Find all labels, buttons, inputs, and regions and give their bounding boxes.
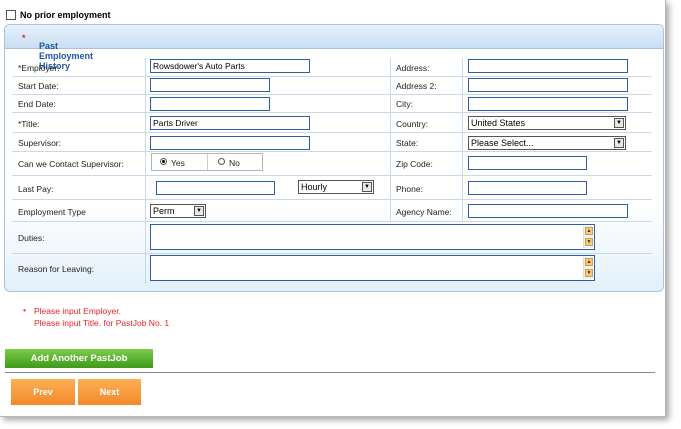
country-value: United States xyxy=(471,118,526,128)
contact-yes-radio[interactable] xyxy=(160,158,167,165)
phone-input[interactable] xyxy=(468,181,587,195)
title-label: *Title: xyxy=(18,119,40,129)
row-divider xyxy=(12,175,652,176)
row-divider xyxy=(12,94,652,95)
employment-type-value: Perm xyxy=(153,206,175,216)
chevron-down-icon[interactable]: ▼ xyxy=(614,138,624,148)
pay-period-select[interactable]: Hourly ▼ xyxy=(298,180,374,194)
scroll-down-icon[interactable]: ▼ xyxy=(585,269,593,277)
address2-input[interactable] xyxy=(468,78,628,92)
no-prior-employment-checkbox[interactable] xyxy=(6,10,16,20)
required-marker: * xyxy=(22,33,26,43)
column-divider xyxy=(145,58,146,284)
supervisor-label: Supervisor: xyxy=(18,138,61,148)
row-divider xyxy=(12,221,652,222)
row-divider xyxy=(12,199,652,200)
employer-input[interactable]: Rowsdower's Auto Parts xyxy=(150,59,310,73)
contact-supervisor-radio-group: Yes No xyxy=(151,153,263,171)
address2-label: Address 2: xyxy=(396,81,437,91)
end-date-label: End Date: xyxy=(18,99,56,109)
row-divider xyxy=(12,253,652,254)
scroll-down-icon[interactable]: ▼ xyxy=(585,238,593,246)
row-divider xyxy=(12,76,652,77)
row-divider xyxy=(12,112,652,113)
zip-code-label: Zip Code: xyxy=(396,159,433,169)
city-label: City: xyxy=(396,99,413,109)
chevron-down-icon[interactable]: ▼ xyxy=(362,182,372,192)
row-divider xyxy=(12,151,652,152)
employer-label: *Employer: xyxy=(18,63,60,73)
row-divider xyxy=(12,132,652,133)
duties-label: Duties: xyxy=(18,233,45,243)
divider-line xyxy=(5,372,655,373)
add-another-pastjob-button[interactable]: Add Another PastJob xyxy=(5,349,153,368)
end-date-input[interactable] xyxy=(150,97,270,111)
contact-supervisor-label: Can we Contact Supervisor: xyxy=(18,159,124,169)
chevron-down-icon[interactable]: ▼ xyxy=(194,206,204,216)
error-employer: Please input Employer. xyxy=(34,306,121,316)
agency-name-input[interactable] xyxy=(468,204,628,218)
employment-type-label: Employment Type xyxy=(18,207,86,217)
chevron-down-icon[interactable]: ▼ xyxy=(614,118,624,128)
contact-no-label: No xyxy=(229,158,240,168)
column-divider xyxy=(390,58,391,222)
scroll-up-icon[interactable]: ▲ xyxy=(585,227,593,235)
no-prior-employment-label: No prior employment xyxy=(20,10,111,20)
radio-separator xyxy=(207,154,208,170)
zip-code-input[interactable] xyxy=(468,156,587,170)
start-date-input[interactable] xyxy=(150,78,270,92)
scroll-up-icon[interactable]: ▲ xyxy=(585,258,593,266)
error-title: Please input Title. for PastJob No. 1 xyxy=(34,318,170,328)
agency-name-label: Agency Name: xyxy=(396,207,452,217)
contact-no-radio[interactable] xyxy=(218,158,225,165)
column-divider xyxy=(462,58,463,222)
pay-period-value: Hourly xyxy=(301,182,328,192)
employment-type-select[interactable]: Perm ▼ xyxy=(150,204,206,218)
phone-label: Phone: xyxy=(396,184,423,194)
country-select[interactable]: United States ▼ xyxy=(468,116,626,130)
state-value: Please Select... xyxy=(471,138,534,148)
address-input[interactable] xyxy=(468,59,628,73)
start-date-label: Start Date: xyxy=(18,81,59,91)
last-pay-label: Last Pay: xyxy=(18,184,54,194)
duties-scrollbar[interactable]: ▲ ▼ xyxy=(583,226,593,248)
state-label: State: xyxy=(396,138,419,148)
reason-for-leaving-textarea[interactable]: ▲ ▼ xyxy=(150,255,595,281)
reason-for-leaving-label: Reason for Leaving: xyxy=(18,264,95,274)
title-input[interactable]: Parts Driver xyxy=(150,116,310,130)
error-bullet: • xyxy=(23,305,26,315)
city-input[interactable] xyxy=(468,97,628,111)
form-window: No prior employment Past Employment Hist… xyxy=(0,0,666,417)
last-pay-input[interactable] xyxy=(156,181,275,195)
address-label: Address: xyxy=(396,63,430,73)
duties-textarea[interactable]: ▲ ▼ xyxy=(150,224,595,250)
panel-header: Past Employment History * xyxy=(5,25,663,71)
reason-scrollbar[interactable]: ▲ ▼ xyxy=(583,257,593,279)
country-label: Country: xyxy=(396,119,429,129)
supervisor-input[interactable] xyxy=(150,136,310,150)
next-button[interactable]: Next xyxy=(78,379,141,405)
contact-yes-label: Yes xyxy=(171,158,185,168)
state-select[interactable]: Please Select... ▼ xyxy=(468,136,626,150)
prev-button[interactable]: Prev xyxy=(11,379,75,405)
